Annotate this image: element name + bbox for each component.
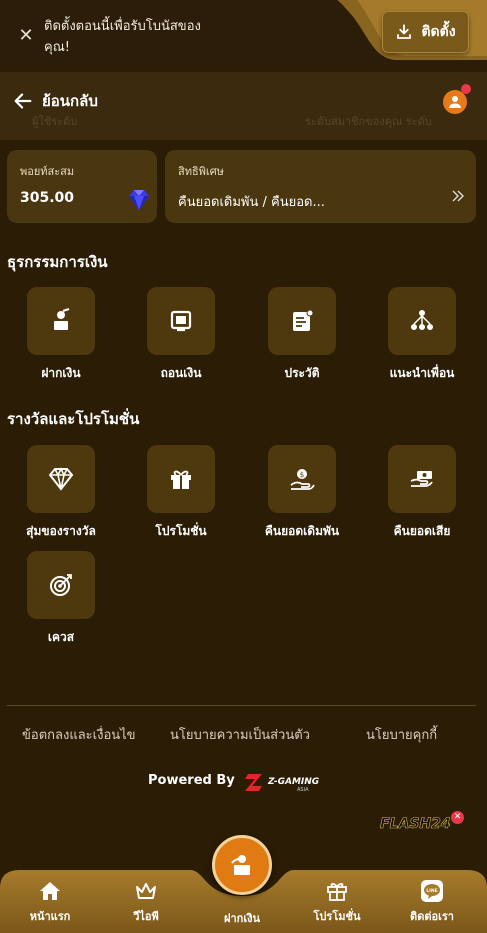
withdraw-icon (170, 310, 192, 332)
rewards-tile-loss-cashback[interactable]: คืนยอดเสีย (362, 445, 482, 541)
privilege-card[interactable]: สิทธิพิเศษ คืนยอดเดิมพัน / คืนยอด... (165, 150, 476, 223)
finance-tile-referral[interactable]: แนะนำเพื่อน (362, 287, 482, 383)
terms-link[interactable]: ข้อตกลงและเงื่อนไข (22, 724, 136, 745)
nav-promotion[interactable]: โปรโมชั่น (297, 880, 377, 925)
rewards-section-title: รางวัลและโปรโมชั่น (7, 410, 140, 428)
privilege-label: สิทธิพิเศษ (178, 165, 224, 178)
svg-text:LINE: LINE (426, 888, 437, 894)
tile-label: คืนยอดเดิมพัน (264, 524, 340, 538)
tile-label: คืนยอดเสีย (393, 524, 451, 538)
finance-section-title: ธุรกรรมการเงิน (7, 253, 108, 271)
install-button[interactable]: ติดตั้ง (382, 11, 469, 53)
arrow-left-icon (14, 93, 32, 109)
powered-by-label: Powered By (148, 773, 235, 788)
target-icon (50, 574, 72, 596)
flash-close-icon[interactable]: ✕ (451, 811, 464, 824)
tile-box (268, 287, 336, 355)
finance-tile-history[interactable]: ประวัติ (242, 287, 362, 383)
nav-label: โปรโมชั่น (313, 910, 361, 923)
points-value: 305.00 (20, 190, 75, 206)
nav-vip[interactable]: วีไอพี (106, 880, 186, 925)
gift-icon (171, 470, 191, 489)
notification-dot (461, 84, 471, 94)
cookie-link[interactable]: นโยบายคุกกี้ (366, 724, 437, 745)
back-label: ย้อนกลับ (42, 92, 98, 110)
footer-divider (7, 705, 476, 706)
tile-box (27, 445, 95, 513)
tile-box (147, 287, 215, 355)
tile-label: ประวัติ (284, 366, 320, 380)
gem-icon (129, 190, 149, 210)
rewards-tile-bet-cashback[interactable]: $ คืนยอดเดิมพัน (242, 445, 362, 541)
home-icon (40, 882, 60, 900)
nav-label: ติดต่อเรา (410, 910, 454, 923)
tile-box: $ (268, 445, 336, 513)
gift-icon (327, 883, 347, 901)
install-button-label: ติดตั้ง (421, 24, 456, 40)
user-icon (449, 96, 461, 108)
flash24-logo-text: FLASH24 (380, 816, 451, 832)
tile-box (27, 287, 95, 355)
rewards-tile-quest[interactable]: เควส (1, 551, 121, 647)
finance-tile-deposit[interactable]: ฝากเงิน (1, 287, 121, 383)
banner-close-icon[interactable]: ✕ (16, 26, 36, 46)
nav-label: หน้าแรก (29, 910, 71, 923)
tile-label: ฝากเงิน (41, 366, 81, 380)
back-button[interactable]: ย้อนกลับ (12, 88, 98, 114)
download-icon (397, 24, 412, 39)
coin-hand-icon: $ (290, 469, 315, 490)
points-card[interactable]: พอยท์สะสม 305.00 (7, 150, 157, 223)
deposit-fab-button[interactable] (212, 835, 272, 895)
deposit-icon (231, 855, 250, 875)
z-gaming-logo: Z-GAMING ASIA (245, 774, 319, 793)
double-chevron-right-icon (452, 190, 464, 202)
privacy-link[interactable]: นโยบายความเป็นส่วนตัว (170, 724, 310, 745)
tile-box (388, 287, 456, 355)
nav-label: วีไอพี (133, 910, 159, 923)
nav-deposit-label[interactable]: ฝากเงิน (202, 909, 282, 927)
tile-box (388, 445, 456, 513)
install-message: ติดตั้งตอนนี้เพื่อรับโบนัสของคุณ! (44, 19, 201, 55)
diamond-icon (48, 467, 74, 491)
tile-label: เควส (47, 630, 75, 644)
tile-label: แนะนำเพื่อน (389, 366, 455, 380)
rewards-tile-lucky-draw[interactable]: สุ่มของรางวัล (1, 445, 121, 541)
tile-label: ถอนเงิน (160, 366, 202, 380)
cash-hand-icon (410, 471, 433, 487)
tile-box (27, 551, 95, 619)
points-label: พอยท์สะสม (20, 165, 75, 178)
tile-label: โปรโมชั่น (155, 524, 207, 538)
deposit-icon (54, 308, 70, 330)
install-banner: ✕ ติดตั้งตอนนี้เพื่อรับโบนัสของคุณ! ติดต… (0, 0, 487, 70)
tile-label: สุ่มของรางวัล (26, 524, 96, 538)
history-icon (293, 309, 314, 331)
tile-box (147, 445, 215, 513)
line-icon: LINE (421, 880, 443, 902)
z-gaming-logo-sub: ASIA (297, 787, 309, 793)
header-ghost-right: ระดับสมาชิกของคุณ ระดับ (305, 115, 432, 128)
nav-home[interactable]: หน้าแรก (10, 880, 90, 925)
svg-text:$: $ (300, 471, 304, 479)
privilege-value: คืนยอดเดิมพัน / คืนยอด... (178, 195, 325, 210)
rewards-tile-promotion[interactable]: โปรโมชั่น (121, 445, 241, 541)
header-ghost-left: ผู้ใช้ระดับ (32, 115, 78, 128)
crown-icon (136, 883, 156, 899)
nav-contact[interactable]: LINE ติดต่อเรา (392, 880, 472, 925)
finance-tile-withdraw[interactable]: ถอนเงิน (121, 287, 241, 383)
z-gaming-logo-text: Z-GAMING (267, 777, 319, 787)
referral-icon (411, 310, 433, 330)
